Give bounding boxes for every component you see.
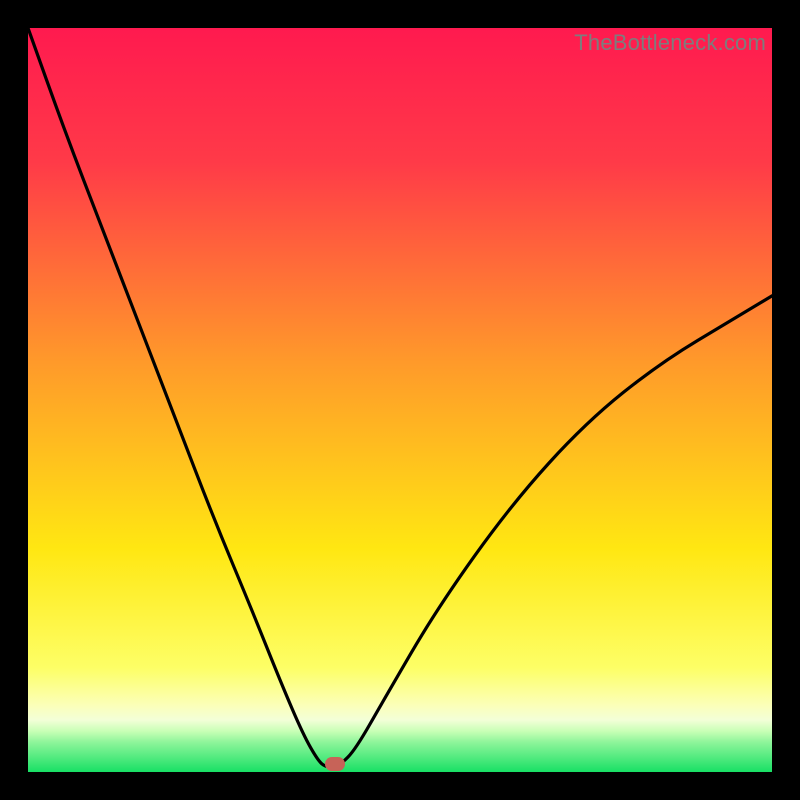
outer-frame: TheBottleneck.com [0,0,800,800]
curve-svg [28,28,772,772]
bottleneck-curve [28,28,772,767]
min-point-marker [325,757,345,771]
plot-area: TheBottleneck.com [28,28,772,772]
